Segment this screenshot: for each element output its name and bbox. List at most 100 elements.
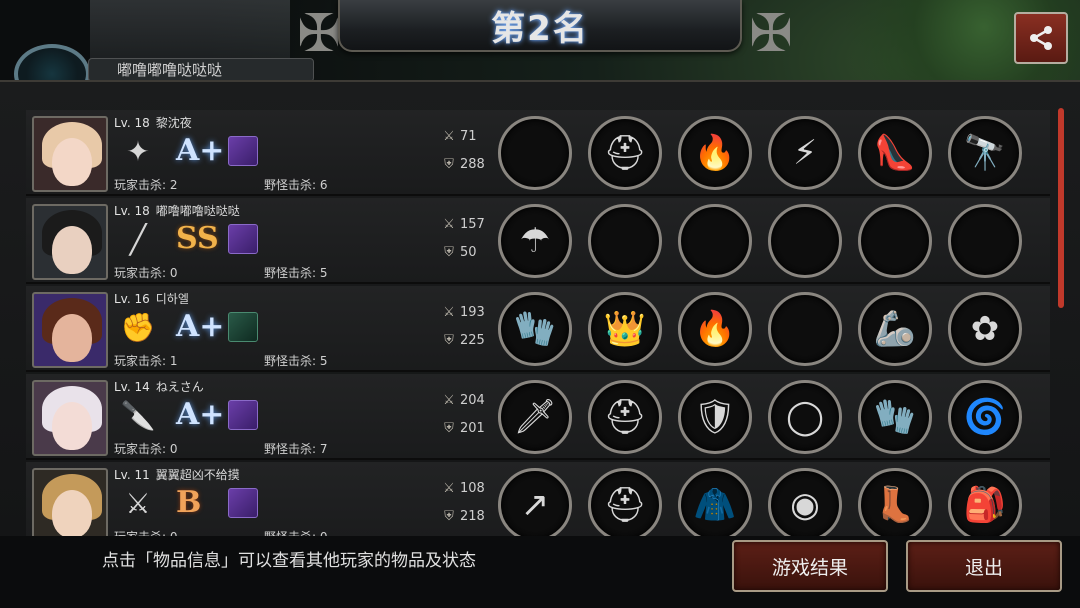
shield-icon: ⛨ (444, 509, 454, 524)
item-slot-flower-yellow[interactable]: ✿ (948, 292, 1022, 366)
crossed-swords-icon: ⚔ (443, 481, 455, 496)
item-slot-galaxy[interactable]: 🌀 (948, 380, 1022, 454)
background-building (90, 0, 290, 60)
item-slot-armor-fire[interactable]: 🔥 (678, 116, 752, 190)
player-row[interactable]: Lv. 18 黎沈夜 ✦ A+ 玩家击杀: 2 野怪击杀: 6 ⚔ 71 ⛨ 288 … (26, 110, 1050, 196)
defense-stat: ⛨ 218 (440, 508, 485, 526)
crossed-swords-icon: ⚔ (443, 305, 455, 320)
item-slot-spear[interactable]: ↗ (498, 468, 572, 538)
player-avatar[interactable] (32, 380, 108, 456)
item-slot-glove-green[interactable]: 🧤 (498, 292, 572, 366)
player-row[interactable]: Lv. 16 디하엘 ✊ A+ 玩家击杀: 1 野怪击杀: 5 ⚔ 193 ⛨ 225… (26, 286, 1050, 372)
empty-item-slot[interactable] (588, 204, 662, 278)
player-level: Lv. 18 (114, 116, 150, 130)
player-level: Lv. 18 (114, 204, 150, 218)
item-slot-sword-long[interactable]: 🗡 (498, 380, 572, 454)
player-avatar[interactable] (32, 204, 108, 280)
defense-value: 50 (460, 245, 477, 260)
glove-green-icon: 🧤 (513, 309, 557, 349)
defense-value: 225 (460, 333, 485, 348)
attack-value: 108 (460, 481, 485, 496)
galaxy-icon: 🌀 (963, 397, 1007, 437)
skill-icon (228, 488, 258, 518)
player-level: Lv. 14 (114, 380, 150, 394)
player-row[interactable]: Lv. 18 嘟噜嘟噜哒哒哒 ╱ SS 玩家击杀: 0 野怪击杀: 5 ⚔ 157 … (26, 198, 1050, 284)
player-row[interactable]: Lv. 11 翼翼超凶不给摸 ⚔ B 玩家击杀: 0 野怪击杀: 0 ⚔ 108 ⛨… (26, 462, 1050, 538)
item-slot-bracer-brown[interactable]: 🦾 (858, 292, 932, 366)
player-name: 嘟噜嘟噜哒哒哒 (155, 204, 240, 218)
player-kills: 玩家击杀: 2 (114, 178, 178, 192)
item-slot-weapon-crystal[interactable]: ⚡ (768, 116, 842, 190)
exit-button[interactable]: 退出 (906, 540, 1062, 592)
empty-item-slot[interactable] (768, 292, 842, 366)
item-slot-helmet-silver[interactable]: ⛑ (588, 116, 662, 190)
item-slot-armor-fire[interactable]: 🔥 (678, 292, 752, 366)
armor-silver-icon: 🛡 (693, 397, 737, 437)
crown-wing-icon: 👑 (603, 309, 647, 349)
item-slot-scope-black[interactable]: 🔭 (948, 116, 1022, 190)
shield-icon: ⛨ (444, 157, 454, 172)
attack-value: 204 (460, 393, 485, 408)
share-button[interactable] (1014, 12, 1068, 64)
defense-value: 218 (460, 509, 485, 524)
avatar-face (52, 138, 92, 186)
player-row[interactable]: Lv. 14 ねえさん 🔪 A+ 玩家击杀: 0 野怪击杀: 7 ⚔ 204 ⛨ 20… (26, 374, 1050, 460)
player-level-name: Lv. 14 ねえさん (114, 378, 204, 395)
item-slot-backpack[interactable]: 🎒 (948, 468, 1022, 538)
skill-icon (228, 312, 258, 342)
bracer-brown-icon: 🦾 (873, 309, 917, 349)
disc-steel-icon: ◉ (790, 485, 820, 525)
item-slot-shoes-red[interactable]: 👠 (858, 116, 932, 190)
item-slot-crown-wing[interactable]: 👑 (588, 292, 662, 366)
skill-icon (228, 136, 258, 166)
weapon-crystal-icon: ⚡ (793, 133, 817, 173)
monster-kills: 野怪击杀: 6 (264, 178, 328, 192)
empty-item-slot[interactable] (768, 204, 842, 278)
empty-item-slot[interactable] (498, 116, 572, 190)
attack-stat: ⚔ 71 (440, 128, 477, 146)
empty-item-slot[interactable] (948, 204, 1022, 278)
attack-value: 71 (460, 129, 477, 144)
bracelet-blue-icon: ◯ (785, 397, 825, 437)
item-slot-helmet-gold[interactable]: ⛑ (588, 468, 662, 538)
hint-text: 点击「物品信息」可以查看其他玩家的物品及状态 (102, 551, 476, 571)
game-result-button[interactable]: 游戏结果 (732, 540, 888, 592)
item-slot-umbrella[interactable]: ☂ (498, 204, 572, 278)
player-level: Lv. 16 (114, 292, 150, 306)
umbrella-icon: ☂ (519, 221, 551, 261)
item-slot-disc-steel[interactable]: ◉ (768, 468, 842, 538)
shield-icon: ⛨ (444, 333, 454, 348)
avatar-face (52, 314, 92, 362)
shuriken-icon: ✦ (126, 135, 150, 168)
helmet-silver-icon: ⛑ (603, 133, 647, 173)
sword-long-icon: 🗡 (513, 397, 557, 437)
player-name: 嘟噜嘟噜哒哒哒 (117, 61, 223, 79)
empty-item-slot[interactable] (858, 204, 932, 278)
helmet-gold-icon: ⛑ (603, 485, 647, 525)
scrollbar[interactable] (1058, 108, 1064, 308)
armor-fire-icon: 🔥 (693, 309, 737, 349)
avatar-face (52, 402, 92, 450)
player-avatar[interactable] (32, 116, 108, 192)
defense-stat: ⛨ 225 (440, 332, 485, 350)
item-slot-gauntlet-black[interactable]: 🧤 (858, 380, 932, 454)
rank-grade: A+ (176, 133, 225, 168)
skill-icon (228, 224, 258, 254)
defense-stat: ⛨ 201 (440, 420, 485, 438)
player-avatar[interactable] (32, 292, 108, 368)
attack-stat: ⚔ 157 (440, 216, 485, 234)
item-slot-jacket-red[interactable]: 🧥 (678, 468, 752, 538)
empty-item-slot[interactable] (678, 204, 752, 278)
monster-kills: 野怪击杀: 5 (264, 354, 328, 368)
item-slot-helmet-dark[interactable]: ⛑ (588, 380, 662, 454)
crossed-swords-icon: ⚔ (443, 217, 455, 232)
monster-kills: 野怪击杀: 5 (264, 266, 328, 280)
item-slot-bracelet-blue[interactable]: ◯ (768, 380, 842, 454)
player-list[interactable]: Lv. 18 黎沈夜 ✦ A+ 玩家击杀: 2 野怪击杀: 6 ⚔ 71 ⛨ 288 … (26, 110, 1050, 538)
rapier-icon: ⚔ (125, 487, 151, 520)
rank-grade: A+ (176, 397, 225, 432)
item-slot-boots-black[interactable]: 👢 (858, 468, 932, 538)
item-slot-armor-silver[interactable]: 🛡 (678, 380, 752, 454)
rank-title: 第2名 (491, 8, 589, 49)
player-avatar[interactable] (32, 468, 108, 538)
